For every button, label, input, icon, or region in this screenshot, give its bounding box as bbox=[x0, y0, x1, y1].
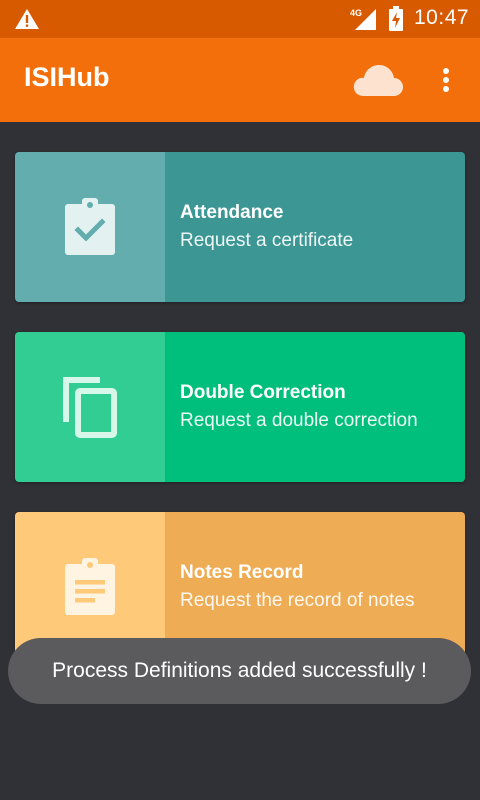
card-subtitle: Request a certificate bbox=[180, 230, 354, 251]
double-correction-card[interactable]: Double Correction Request a double corre… bbox=[15, 332, 465, 482]
toast-message: Process Definitions added successfully ! bbox=[8, 638, 471, 704]
card-title: Notes Record bbox=[180, 562, 304, 583]
assignment-turned-in-icon bbox=[65, 198, 115, 255]
signal-icon: 4G bbox=[350, 8, 376, 30]
more-dot bbox=[443, 86, 449, 92]
battery-charging-icon bbox=[389, 6, 403, 31]
card-title: Attendance bbox=[180, 202, 284, 223]
network-type-label: 4G bbox=[350, 8, 362, 18]
attendance-card[interactable]: Attendance Request a certificate bbox=[15, 152, 465, 302]
app-bar: ISIHub bbox=[0, 38, 480, 122]
card-title: Double Correction bbox=[180, 382, 346, 403]
more-dot bbox=[443, 77, 449, 83]
double-correction-icon-pane bbox=[15, 332, 165, 482]
cloud-icon[interactable] bbox=[352, 62, 404, 98]
card-subtitle: Request the record of notes bbox=[180, 590, 415, 611]
assignment-icon bbox=[65, 558, 115, 615]
app-title: ISIHub bbox=[24, 62, 110, 92]
content-copy-icon bbox=[63, 377, 117, 438]
attendance-text-pane: Attendance Request a certificate bbox=[165, 152, 465, 302]
double-correction-text-pane: Double Correction Request a double corre… bbox=[165, 332, 465, 482]
more-options-icon[interactable] bbox=[436, 64, 456, 96]
attendance-icon-pane bbox=[15, 152, 165, 302]
status-time: 10:47 bbox=[414, 6, 470, 29]
warning-icon bbox=[15, 9, 39, 29]
status-bar: 4G 10:47 bbox=[0, 0, 480, 38]
more-dot bbox=[443, 68, 449, 74]
card-subtitle: Request a double correction bbox=[180, 410, 418, 431]
